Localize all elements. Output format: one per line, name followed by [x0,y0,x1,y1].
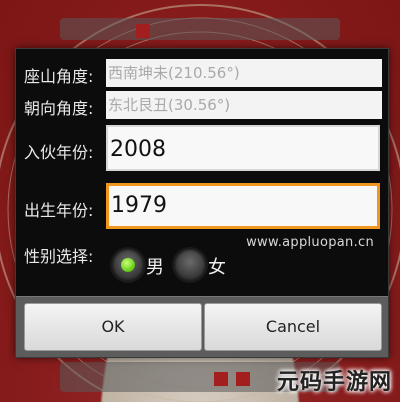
move-in-year-row: 入伙年份: 2008 [16,125,388,171]
gender-label: 性别选择: [24,247,94,266]
birth-year-label: 出生年份: [24,201,94,220]
cancel-button[interactable]: Cancel [204,303,382,351]
ok-button[interactable]: OK [24,303,202,351]
mountain-angle-field: 西南坤未(210.56°) [106,59,382,87]
facing-angle-field: 东北艮丑(30.56°) [106,91,382,119]
brand-watermark-logo: 元码手游网 [276,370,392,395]
birth-year-row: 出生年份: 1979 [16,183,388,229]
move-in-year-input[interactable]: 2008 [106,125,380,171]
move-in-year-label: 入伙年份: [24,143,94,162]
app-screen: 座山角度: 西南坤未(210.56°) 朝向角度: 东北艮丑(30.56°) 入… [0,0,400,402]
gender-male-label[interactable]: 男 [146,253,164,279]
gender-male-radio[interactable] [110,247,146,283]
settings-dialog: 座山角度: 西南坤未(210.56°) 朝向角度: 东北艮丑(30.56°) 入… [15,48,389,358]
mountain-angle-row: 座山角度: 西南坤未(210.56°) [16,59,388,87]
facing-angle-row: 朝向角度: 东北艮丑(30.56°) [16,91,388,119]
facing-angle-label: 朝向角度: [24,99,94,118]
gender-female-label[interactable]: 女 [208,253,226,279]
dialog-button-bar: OK Cancel [16,296,388,357]
birth-year-input[interactable]: 1979 [106,183,380,229]
radio-selected-dot [121,258,135,272]
gender-row: 性别选择: 男 女 [16,243,388,283]
mountain-angle-label: 座山角度: [24,67,94,86]
gender-female-radio[interactable] [172,247,208,283]
